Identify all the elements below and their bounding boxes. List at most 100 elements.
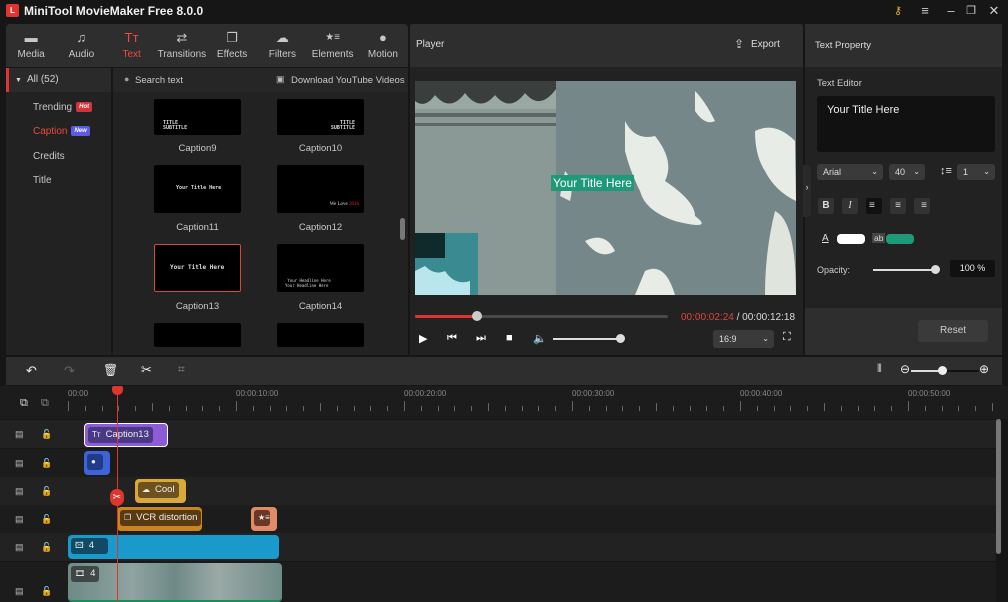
ruler-tick: [538, 406, 540, 411]
track-film-icon[interactable]: ▤: [15, 542, 24, 553]
timeline-clip[interactable]: 🖾 4: [68, 535, 279, 559]
opacity-handle[interactable]: [931, 265, 940, 274]
timeline-clip[interactable]: 🎞 4: [68, 563, 282, 602]
track-lock-icon[interactable]: 🔓: [41, 514, 52, 525]
caption-thumb[interactable]: We Love 2016: [277, 165, 364, 213]
timeline-clip[interactable]: ☁ Cool: [135, 479, 186, 503]
key-icon[interactable]: ⚷: [887, 2, 909, 20]
align-left-button[interactable]: ≡: [866, 198, 882, 214]
crop-button[interactable]: ⌗: [178, 362, 185, 377]
fullscreen-icon[interactable]: ⛶: [783, 331, 791, 344]
track-lock-icon[interactable]: 🔓: [41, 586, 52, 597]
caption-thumb[interactable]: Your Headline Here Your Headline Here: [277, 244, 364, 292]
split-button[interactable]: ✂: [141, 362, 152, 378]
category-credits[interactable]: Credits: [6, 147, 111, 167]
video-preview[interactable]: Your Title Here: [415, 81, 796, 295]
split-scissors-icon[interactable]: ✂: [110, 489, 124, 506]
menu-icon[interactable]: ≡: [914, 2, 936, 20]
music-icon: ♫: [76, 30, 87, 45]
caption-overlay[interactable]: Your Title Here: [551, 175, 634, 191]
delete-button[interactable]: 🗑: [103, 363, 118, 377]
tab-elements[interactable]: ★≡ Elements: [308, 24, 358, 67]
caption-thumb[interactable]: TITLE SUBTITLE: [277, 99, 364, 135]
tab-text[interactable]: Tт Text: [107, 24, 157, 67]
fit-timeline-button[interactable]: ⦀: [877, 363, 882, 376]
category-trending[interactable]: Trending Hot: [6, 98, 111, 118]
align-center-button[interactable]: ≡: [890, 198, 906, 214]
close-icon[interactable]: ✕: [983, 2, 1005, 20]
line-spacing-dropdown[interactable]: 1 ⌄: [957, 164, 995, 180]
tab-filters[interactable]: ☁ Filters: [257, 24, 307, 67]
caption-thumb[interactable]: Your Title Here: [154, 165, 241, 213]
font-dropdown[interactable]: Arial ⌄: [817, 164, 883, 180]
track-lock-icon[interactable]: 🔓: [41, 429, 52, 440]
tab-transitions[interactable]: ⇄ Transitions: [157, 24, 207, 67]
zoom-out-button[interactable]: ⊖: [900, 362, 910, 376]
tab-media[interactable]: ▬ Media: [6, 24, 56, 67]
search-input[interactable]: Search text: [135, 75, 183, 86]
timeline-clip[interactable]: ★≡: [251, 507, 277, 531]
caption-thumb[interactable]: [154, 323, 241, 347]
download-youtube-link[interactable]: Download YouTube Videos: [291, 75, 405, 86]
track-lock-icon[interactable]: 🔓: [41, 486, 52, 497]
caption-thumb[interactable]: [277, 323, 364, 347]
track-film-icon[interactable]: ▤: [15, 514, 24, 525]
zoom-in-button[interactable]: ⊕: [979, 362, 989, 376]
ruler-tick: [336, 406, 338, 411]
stop-button[interactable]: ■: [506, 332, 513, 344]
category-all[interactable]: ▼ All (52): [6, 68, 111, 92]
export-button[interactable]: Export: [751, 39, 780, 50]
library-scrollbar[interactable]: [400, 218, 405, 240]
remove-track-button[interactable]: ⧉: [41, 397, 49, 410]
collapse-panel-button[interactable]: ›: [803, 165, 811, 217]
ruler-area[interactable]: 00:00 00:00:10:00 00:00:20:00 00:00:30:00 00…: [68, 386, 996, 419]
tab-motion[interactable]: ● Motion: [358, 24, 408, 67]
undo-button[interactable]: ↶: [26, 363, 37, 379]
reset-button[interactable]: Reset: [918, 320, 988, 342]
track-lock-icon[interactable]: 🔓: [41, 542, 52, 553]
restore-icon[interactable]: ❐: [960, 2, 982, 20]
text-color-swatch[interactable]: [837, 234, 865, 244]
category-title[interactable]: Title: [6, 171, 111, 191]
align-right-button[interactable]: ≡: [914, 198, 930, 214]
timeline-clip[interactable]: Tт Caption13: [84, 423, 168, 447]
track-film-icon[interactable]: ▤: [15, 458, 24, 469]
redo-button[interactable]: ↷: [64, 363, 75, 379]
ruler-tick: [471, 406, 473, 411]
timeline-clip[interactable]: ●: [84, 451, 110, 475]
minimize-icon[interactable]: –: [940, 2, 962, 20]
tab-effects[interactable]: ❐ Effects: [207, 24, 257, 67]
timeline-zoom-handle[interactable]: [937, 366, 947, 375]
add-track-button[interactable]: ⧉: [20, 397, 28, 410]
text-editor-input[interactable]: Your Title Here: [817, 96, 995, 152]
timeline-clip[interactable]: ❐ VCR distortion: [117, 507, 202, 531]
timeline-scrollbar[interactable]: [996, 419, 1001, 554]
bold-button[interactable]: B: [818, 198, 834, 214]
opacity-slider[interactable]: [873, 269, 935, 271]
next-frame-button[interactable]: ⏭: [476, 332, 486, 345]
caption-thumb-selected[interactable]: Your Title Here: [154, 244, 241, 292]
ruler-tick: [992, 403, 993, 411]
volume-handle[interactable]: [616, 334, 625, 343]
opacity-input[interactable]: 100 %: [950, 260, 995, 277]
track-lock-icon[interactable]: 🔓: [41, 458, 52, 469]
background-color-swatch[interactable]: [886, 234, 914, 244]
aspect-ratio-dropdown[interactable]: 16:9 ⌄: [713, 330, 774, 348]
previous-frame-button[interactable]: ⏮: [447, 332, 457, 345]
track-film-icon[interactable]: ▤: [15, 429, 24, 440]
thumb-label: Caption13: [175, 301, 220, 312]
play-button[interactable]: ▶: [419, 332, 427, 345]
playhead-handle[interactable]: [112, 386, 123, 395]
ruler-tick: [387, 406, 389, 411]
tab-audio[interactable]: ♫ Audio: [56, 24, 106, 67]
progress-handle[interactable]: [471, 311, 482, 321]
track-film-icon[interactable]: ▤: [15, 486, 24, 497]
italic-button[interactable]: I: [842, 198, 858, 214]
volume-slider[interactable]: [553, 338, 620, 340]
category-caption[interactable]: Caption New: [6, 122, 111, 142]
volume-icon[interactable]: 🔈: [533, 332, 547, 345]
caption-thumb[interactable]: TITLE SUBTITLE: [154, 99, 241, 135]
track-film-icon[interactable]: ▤: [15, 586, 24, 597]
ruler-tick: [790, 406, 792, 411]
font-size-dropdown[interactable]: 40 ⌄: [889, 164, 925, 180]
